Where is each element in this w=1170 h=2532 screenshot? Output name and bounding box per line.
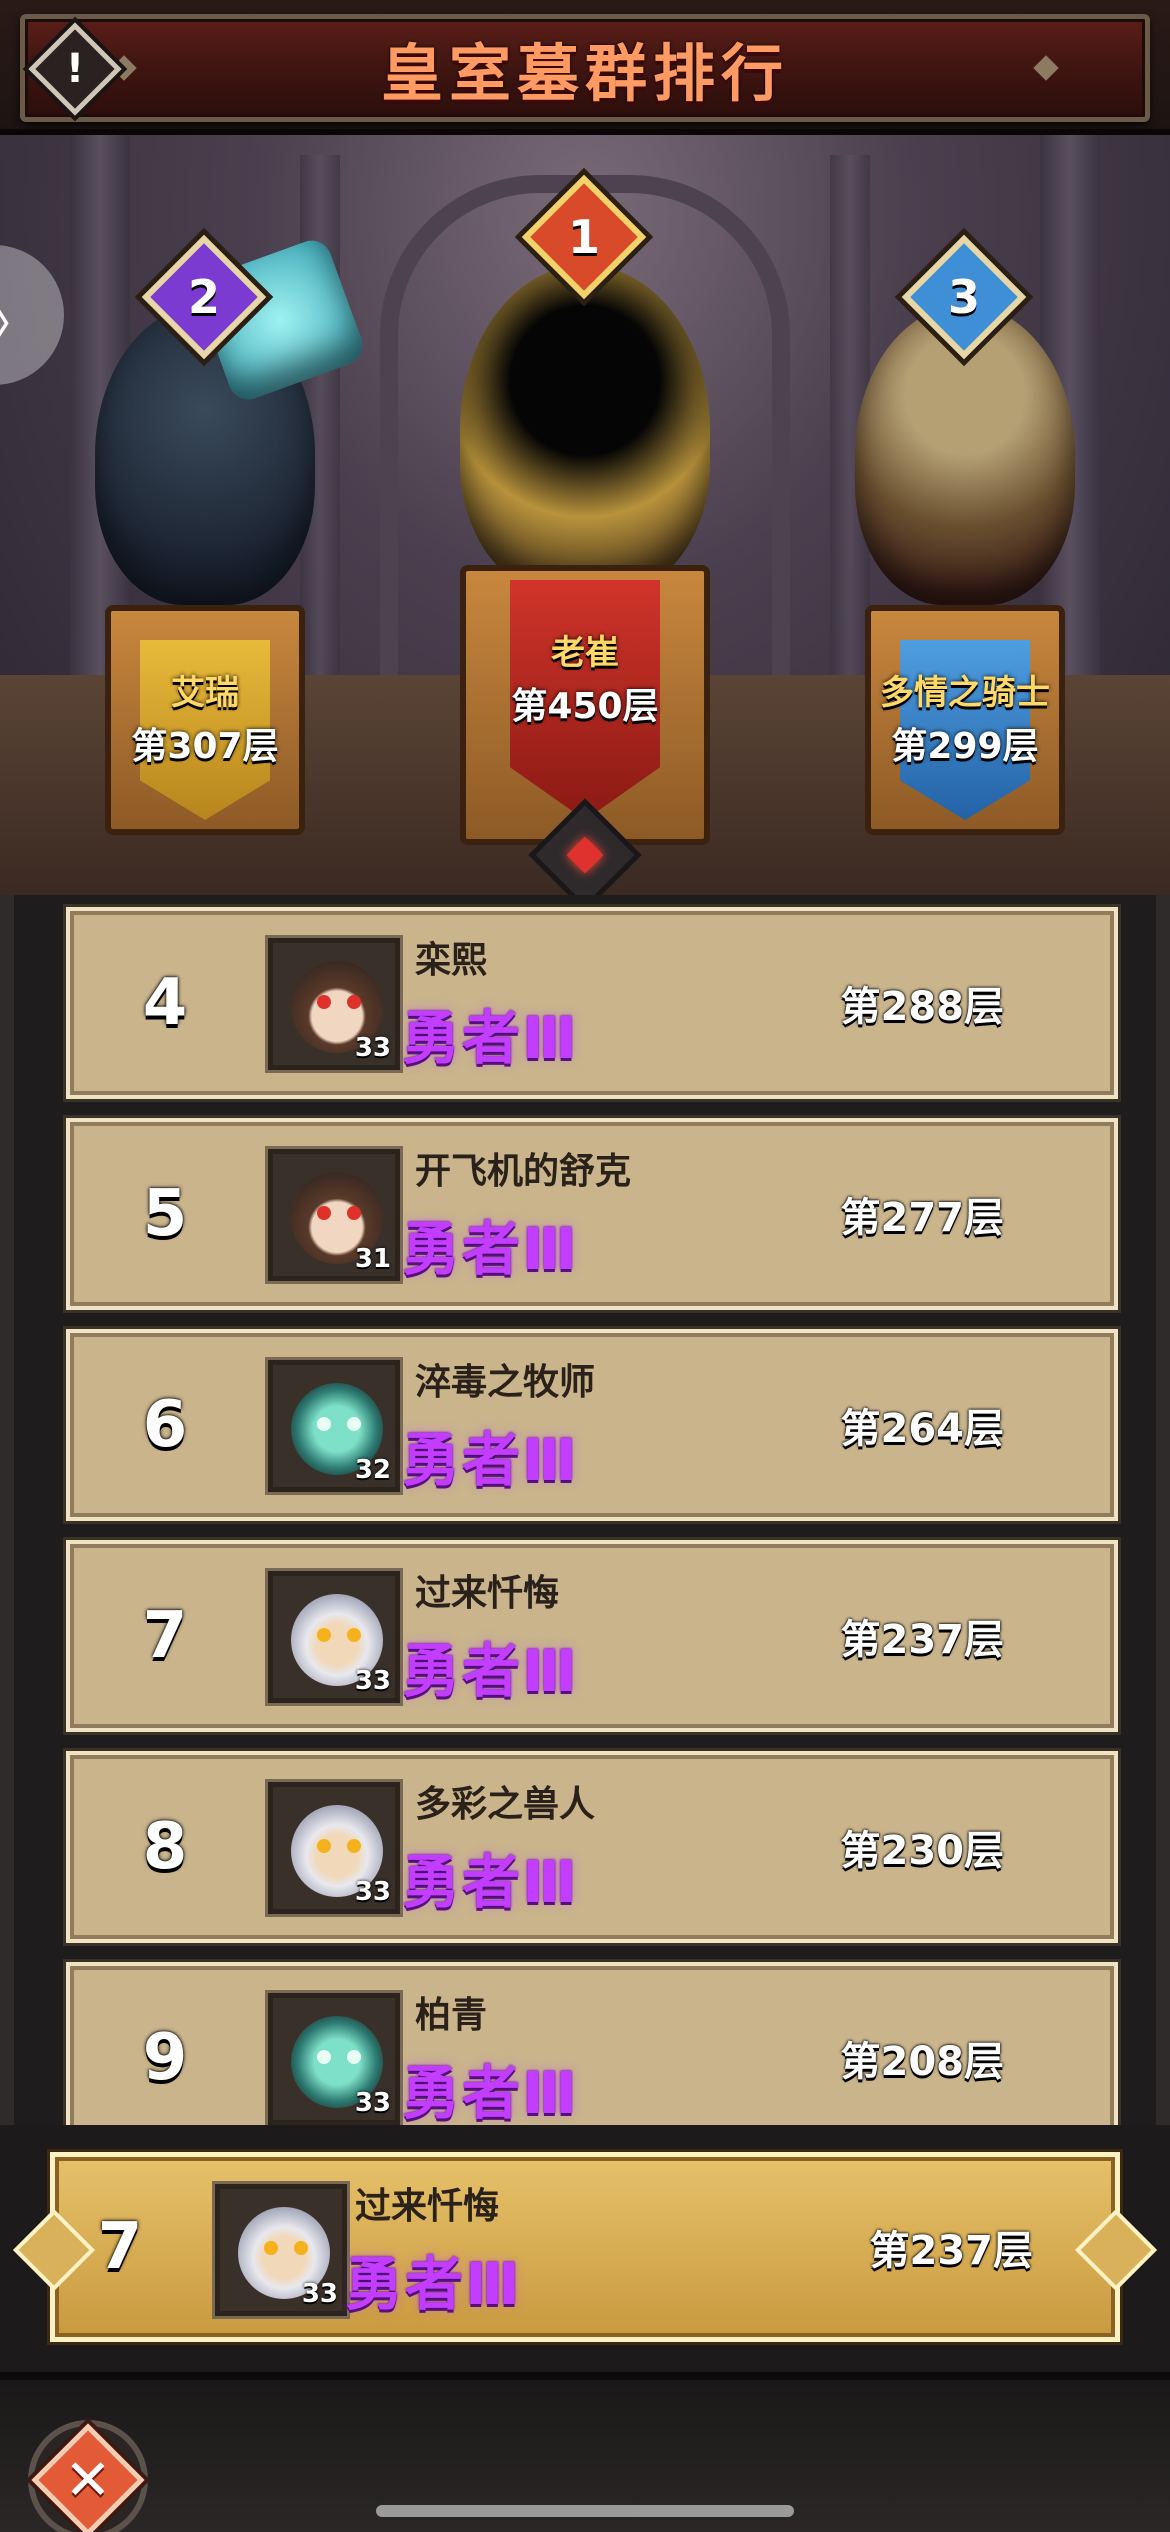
avatar-level: 33 [354, 2088, 391, 2118]
player-rank-title: 勇者Ⅲ [402, 1637, 579, 1705]
podium-player-floor: 第450层 [511, 686, 659, 727]
avatar-level: 33 [354, 1666, 391, 1696]
close-button[interactable]: ✕ [28, 2420, 148, 2532]
eye [347, 1206, 361, 1220]
podium-rank-3[interactable]: 3 多情之骑士 第299层 [820, 234, 1110, 875]
player-rank-title: 勇者Ⅲ [402, 1848, 579, 1916]
player-avatar[interactable]: 32 [268, 1360, 400, 1492]
podium-player-name: 多情之骑士 [880, 673, 1050, 713]
ranking-row[interactable]: 9 33 柏青 勇者Ⅲ 第208层 [66, 1962, 1118, 2125]
hero-figure-golden-knight [460, 265, 710, 595]
close-icon: ✕ [64, 2447, 112, 2513]
ranking-row[interactable]: 7 33 过来忏悔 勇者Ⅲ 第237层 [66, 1540, 1118, 1732]
podium-player-floor: 第299层 [891, 726, 1039, 767]
player-avatar[interactable]: 33 [268, 1571, 400, 1703]
my-rank-number: 7 [97, 2210, 143, 2284]
eye [317, 1417, 331, 1431]
avatar-level: 33 [354, 1877, 391, 1907]
player-floor: 第230层 [840, 1828, 1005, 1874]
eye [317, 1628, 331, 1642]
rank-number: 3 [947, 270, 980, 324]
exclamation-icon: ! [65, 46, 85, 92]
podium-player-name: 老崔 [551, 633, 619, 673]
rank-number: 6 [142, 1388, 188, 1462]
player-avatar[interactable]: 33 [268, 938, 400, 1070]
ranking-row[interactable]: 4 33 栾熙 勇者Ⅲ 第288层 [66, 907, 1118, 1099]
eye [317, 2050, 331, 2064]
player-name: 栾熙 [415, 940, 488, 981]
page-title: 皇室墓群排行 [380, 37, 789, 110]
avatar-level: 33 [301, 2279, 338, 2309]
player-rank-title: 勇者Ⅲ [402, 1426, 579, 1494]
my-player-name: 过来忏悔 [355, 2186, 500, 2227]
player-avatar[interactable]: 33 [268, 1782, 400, 1914]
rank-number: 5 [142, 1177, 188, 1251]
podium-rank-1[interactable]: 1 老崔 第450层 [420, 174, 750, 875]
eye [317, 1206, 331, 1220]
eye [317, 1839, 331, 1853]
rank-number: 4 [142, 966, 188, 1040]
avatar-level: 33 [354, 1033, 391, 1063]
player-floor: 第277层 [840, 1195, 1005, 1241]
title-plate: 皇室墓群排行 [20, 14, 1150, 122]
my-avatar[interactable]: 33 [215, 2184, 347, 2316]
avatar-level: 31 [354, 1244, 391, 1274]
player-name: 柏青 [415, 1995, 488, 2036]
my-rank-title: 勇者Ⅲ [345, 2250, 522, 2318]
player-name: 开飞机的舒克 [415, 1151, 632, 1192]
eye [317, 995, 331, 1009]
podium-player-floor: 第307层 [131, 726, 279, 767]
rank-number: 2 [187, 270, 220, 324]
eye [347, 995, 361, 1009]
my-ranking-row[interactable]: 7 33 过来忏悔 勇者Ⅲ 第237层 [50, 2152, 1120, 2342]
player-floor: 第264层 [840, 1406, 1005, 1452]
ranking-row[interactable]: 5 31 开飞机的舒克 勇者Ⅲ 第277层 [66, 1118, 1118, 1310]
my-floor: 第237层 [869, 2228, 1034, 2274]
player-rank-title: 勇者Ⅲ [402, 2059, 579, 2125]
player-floor: 第237层 [840, 1617, 1005, 1663]
podium-rank-2[interactable]: 2 艾瑞 第307层 [60, 234, 369, 875]
rank-number: 9 [142, 2021, 188, 2095]
player-avatar[interactable]: 31 [268, 1149, 400, 1281]
header-bar: 皇室墓群排行 ! [0, 0, 1170, 135]
player-name: 淬毒之牧师 [415, 1362, 596, 1403]
rank-number: 8 [142, 1810, 188, 1884]
player-rank-title: 勇者Ⅲ [402, 1004, 579, 1072]
player-name: 多彩之兽人 [415, 1784, 596, 1825]
rank-number: 1 [567, 210, 600, 264]
player-rank-title: 勇者Ⅲ [402, 1215, 579, 1283]
ranking-list[interactable]: 4 33 栾熙 勇者Ⅲ 第288层 5 31 开飞机的舒克 勇者Ⅲ 第277层 … [0, 895, 1170, 2125]
ranking-row[interactable]: 8 33 多彩之兽人 勇者Ⅲ 第230层 [66, 1751, 1118, 1943]
home-indicator[interactable] [376, 2505, 794, 2517]
eye [347, 2050, 361, 2064]
eye [347, 1839, 361, 1853]
chevron-right-icon: 〉 [0, 285, 38, 357]
ranking-row[interactable]: 6 32 淬毒之牧师 勇者Ⅲ 第264层 [66, 1329, 1118, 1521]
player-floor: 第288层 [840, 984, 1005, 1030]
player-name: 过来忏悔 [415, 1573, 560, 1614]
eye [294, 2241, 308, 2255]
player-floor: 第208层 [840, 2039, 1005, 2085]
rank-number: 7 [142, 1599, 188, 1673]
avatar-level: 32 [354, 1455, 391, 1485]
player-avatar[interactable]: 33 [268, 1993, 400, 2125]
eye [347, 1417, 361, 1431]
podium-scene: 〉 2 艾瑞 第307层 1 老崔 第450层 3 多情之骑士 第299层 [0, 135, 1170, 895]
eye [264, 2241, 278, 2255]
podium-player-name: 艾瑞 [171, 673, 239, 713]
eye [347, 1628, 361, 1642]
side-drawer-tab[interactable]: 〉 [0, 245, 64, 385]
